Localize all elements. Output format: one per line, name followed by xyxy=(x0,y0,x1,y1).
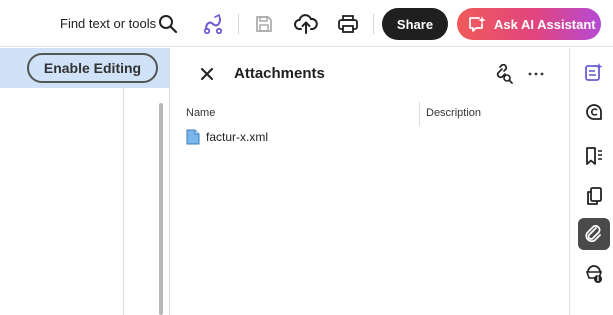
search-icon[interactable] xyxy=(156,12,180,36)
column-header-name[interactable]: Name xyxy=(186,107,215,119)
attachment-row[interactable]: factur-x.xml xyxy=(186,128,268,146)
find-text-label[interactable]: Find text or tools xyxy=(60,16,156,31)
document-view[interactable]: Enable Editing xyxy=(0,48,170,315)
enable-editing-button[interactable]: Enable Editing xyxy=(27,53,158,83)
ai-assistant-icon xyxy=(467,14,487,34)
share-button[interactable]: Share xyxy=(382,8,448,40)
close-icon[interactable] xyxy=(198,65,216,83)
toolbar-divider xyxy=(373,14,374,34)
column-divider[interactable] xyxy=(419,102,420,126)
fill-sign-icon[interactable] xyxy=(201,12,225,36)
accessibility-icon[interactable] xyxy=(578,258,610,290)
attachment-icon[interactable] xyxy=(578,218,610,250)
attachment-file-name: factur-x.xml xyxy=(206,130,269,144)
page-gutter xyxy=(123,88,124,315)
print-icon[interactable] xyxy=(336,12,360,36)
attachments-panel: Attachments Name Description factur-x.xm… xyxy=(170,48,569,315)
document-scrollbar[interactable] xyxy=(159,103,163,315)
top-toolbar: Find text or tools Share Ask AI Assistan… xyxy=(0,0,613,47)
edit-text-icon[interactable] xyxy=(578,56,610,88)
bookmark-icon[interactable] xyxy=(578,140,610,172)
ask-ai-assistant-label: Ask AI Assistant xyxy=(494,16,596,32)
column-header-description[interactable]: Description xyxy=(426,107,481,119)
search-attachments-icon[interactable] xyxy=(492,63,514,85)
more-options-icon[interactable] xyxy=(525,63,547,85)
upload-cloud-icon[interactable] xyxy=(294,12,318,36)
pages-icon[interactable] xyxy=(578,180,610,212)
protected-view-bar: Enable Editing xyxy=(0,48,170,88)
comment-icon[interactable] xyxy=(578,96,610,128)
panel-title: Attachments xyxy=(234,65,325,82)
ask-ai-assistant-button[interactable]: Ask AI Assistant xyxy=(457,8,601,40)
right-tool-rail xyxy=(569,48,613,315)
toolbar-divider xyxy=(238,14,239,34)
save-icon[interactable] xyxy=(252,12,276,36)
xml-file-icon xyxy=(186,129,200,145)
